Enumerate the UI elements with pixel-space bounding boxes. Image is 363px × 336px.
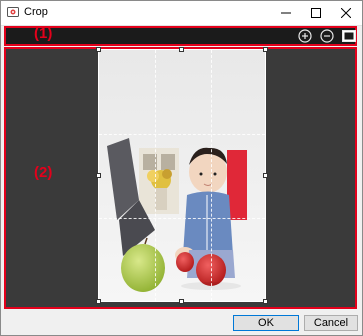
plus-circle-icon bbox=[298, 29, 312, 43]
maximize-button[interactable] bbox=[302, 1, 330, 25]
grid-line bbox=[99, 134, 265, 135]
crop-handle-bottom-right[interactable] bbox=[263, 299, 268, 304]
cancel-button[interactable]: Cancel bbox=[304, 315, 358, 331]
crop-handle-left[interactable] bbox=[96, 173, 101, 178]
maximize-icon bbox=[311, 8, 321, 18]
crop-handle-bottom[interactable] bbox=[179, 299, 184, 304]
callout-preview: (2) bbox=[34, 164, 53, 181]
minimize-icon bbox=[281, 12, 291, 14]
fit-window-icon bbox=[342, 30, 356, 42]
close-button[interactable] bbox=[332, 1, 360, 25]
close-icon bbox=[341, 8, 351, 18]
photo-image bbox=[99, 50, 265, 301]
grid-line bbox=[155, 50, 156, 301]
crop-handle-bottom-left[interactable] bbox=[96, 299, 101, 304]
photo-preview[interactable] bbox=[98, 49, 266, 302]
minus-circle-icon bbox=[320, 29, 334, 43]
zoom-out-button[interactable] bbox=[319, 28, 335, 44]
crop-handle-top[interactable] bbox=[179, 47, 184, 52]
title-bar: Crop bbox=[1, 1, 362, 26]
app-icon bbox=[7, 7, 19, 17]
zoom-in-button[interactable] bbox=[297, 28, 313, 44]
minimize-button[interactable] bbox=[272, 1, 300, 25]
window-title: Crop bbox=[24, 6, 48, 18]
crop-dialog: Crop (1) (2) OK Cancel bbox=[0, 0, 363, 336]
grid-line bbox=[211, 50, 212, 301]
ok-button[interactable]: OK bbox=[233, 315, 299, 331]
crop-handle-right[interactable] bbox=[263, 173, 268, 178]
crop-handle-top-left[interactable] bbox=[96, 47, 101, 52]
fit-window-button[interactable] bbox=[341, 28, 357, 44]
callout-toolbar: (1) bbox=[34, 25, 53, 42]
grid-line bbox=[99, 218, 265, 219]
crop-handle-top-right[interactable] bbox=[263, 47, 268, 52]
